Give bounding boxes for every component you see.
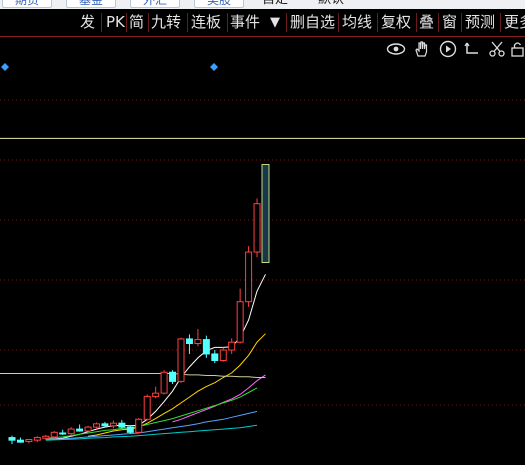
- toolbar-divider: [286, 13, 287, 32]
- candle-body: [219, 349, 227, 361]
- events-dropdown-icon[interactable]: ▼: [270, 9, 280, 36]
- toolbar-item-overlay[interactable]: 叠: [419, 9, 434, 36]
- custom-label[interactable]: 自定: [262, 0, 288, 7]
- toolbar-divider: [461, 13, 462, 32]
- toolbar-item-events[interactable]: 事件: [230, 9, 260, 36]
- futures-tab[interactable]: 期货: [2, 0, 52, 8]
- toolbar-item-lianban[interactable]: 连板: [191, 9, 221, 36]
- candle-body: [160, 371, 168, 394]
- eye-icon[interactable]: [386, 40, 406, 58]
- candle-body: [185, 338, 193, 345]
- candle-body: [25, 439, 33, 442]
- toolbar-divider: [377, 13, 378, 32]
- left-marker-icon: [1, 63, 9, 71]
- undo-icon[interactable]: [462, 40, 482, 58]
- candle-body: [152, 392, 160, 397]
- candle-body: [228, 341, 236, 351]
- candle-body: [211, 353, 219, 361]
- mid-marker-icon: [210, 63, 218, 71]
- toolbar-divider: [101, 13, 102, 32]
- candle-body: [101, 423, 109, 427]
- candle-body: [202, 339, 210, 355]
- candle-body: [118, 422, 126, 428]
- toolbar-item-more[interactable]: 更多: [504, 9, 525, 36]
- candle-body: [143, 395, 151, 420]
- ma-line: [45, 274, 266, 440]
- chart-toolbar: 发 PK 简 九转 连板 事件 ▼ 删自选 均线 复权 叠 窗 预测 更多: [0, 9, 525, 37]
- remove-watchlist-button[interactable]: 删自选: [290, 9, 335, 36]
- toolbar-divider: [438, 13, 439, 32]
- toolbar-divider: [500, 13, 501, 32]
- candle-body: [59, 432, 67, 435]
- toolbar-item-forecast[interactable]: 预测: [465, 9, 495, 36]
- toolbar-item-jiuzhuan[interactable]: 九转: [151, 9, 181, 36]
- toolbar-item-adjust[interactable]: 复权: [381, 9, 411, 36]
- kline-chart[interactable]: [0, 60, 525, 465]
- candle-body: [76, 428, 84, 432]
- candle-body: [109, 422, 117, 427]
- lock-icon[interactable]: [510, 40, 525, 58]
- candle-body: [169, 371, 177, 382]
- candle-body: [245, 251, 253, 303]
- toolbar-item-ma[interactable]: 均线: [342, 9, 372, 36]
- toolbar-item-window[interactable]: 窗: [442, 9, 457, 36]
- projected-candle: [261, 164, 270, 263]
- forex-tab[interactable]: 外汇: [130, 0, 180, 8]
- scissors-icon[interactable]: [487, 40, 507, 58]
- candle-body: [67, 428, 75, 435]
- toolbar-item-fa[interactable]: 发: [80, 9, 95, 36]
- toolbar-divider: [148, 13, 149, 32]
- us-stock-tab[interactable]: 美股: [194, 0, 244, 8]
- candle-body: [93, 423, 100, 428]
- ma-line: [172, 374, 266, 423]
- play-circle-icon[interactable]: [438, 40, 458, 58]
- toolbar-divider: [187, 13, 188, 32]
- toolbar-divider: [338, 13, 339, 32]
- toolbar-divider: [416, 13, 417, 32]
- candle-body: [135, 418, 143, 433]
- candle-body: [177, 338, 185, 382]
- candle-body: [42, 435, 50, 439]
- candle-body: [236, 301, 244, 343]
- default-label[interactable]: 默认: [318, 0, 344, 7]
- toolbar-divider: [126, 13, 127, 32]
- candle-body: [126, 426, 134, 433]
- toolbar-item-pk[interactable]: PK: [106, 9, 125, 36]
- candle-body: [50, 431, 58, 438]
- candle-body: [16, 439, 24, 443]
- toolbar-item-simple[interactable]: 简: [129, 9, 144, 36]
- candle-body: [8, 437, 16, 441]
- top-strip: 期货 基金 外汇 美股 自定 默认: [0, 0, 525, 9]
- candle-body: [253, 203, 261, 253]
- candle-body: [194, 339, 202, 345]
- candle-body: [33, 437, 41, 441]
- hand-icon[interactable]: [412, 40, 432, 58]
- fund-tab[interactable]: 基金: [66, 0, 116, 8]
- candle-body: [84, 426, 92, 432]
- toolbar-divider: [227, 13, 228, 32]
